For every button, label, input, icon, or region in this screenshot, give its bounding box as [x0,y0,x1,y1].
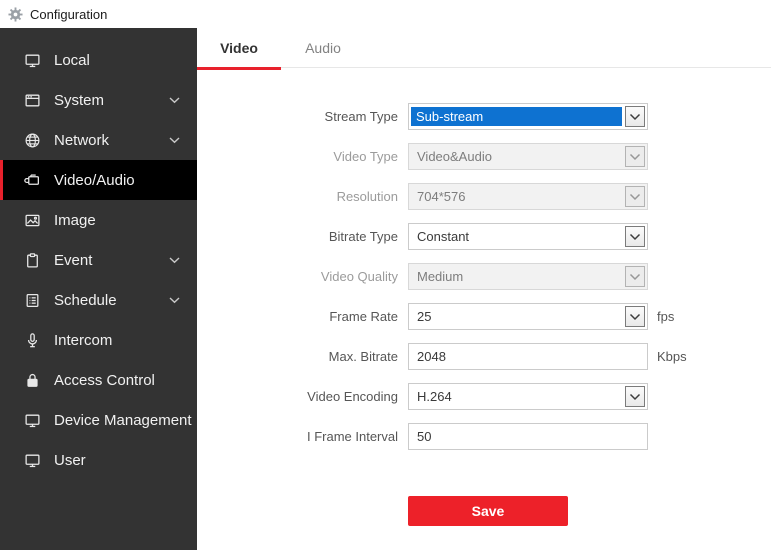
sidebar-item-event[interactable]: Event [0,240,197,280]
sidebar-item-label: Intercom [54,331,113,349]
microphone-icon [24,332,41,349]
sidebar-item-label: Network [54,131,110,149]
monitor-icon [24,412,41,429]
chevron-down-icon[interactable] [625,386,645,407]
chevron-down-icon [625,146,645,167]
chevron-down-icon[interactable] [625,226,645,247]
image-icon [24,212,41,229]
schedule-icon [24,292,41,309]
sidebar-item-device-management[interactable]: Device Management [0,400,197,440]
sidebar-item-label: Local [54,51,90,69]
field-label: Video Type [333,149,398,164]
save-button[interactable]: Save [408,496,568,526]
sidebar-item-label: Access Control [54,371,155,389]
sidebar-item-image[interactable]: Image [0,200,197,240]
form-row-resolution: Resolution 704*576 [197,183,771,210]
bitrate-type-select[interactable]: Constant [408,223,648,250]
chevron-down-icon [169,296,180,304]
lock-icon [24,372,41,389]
chevron-down-icon [169,136,180,144]
monitor-icon [24,452,41,469]
camera-icon [24,172,41,189]
tab-audio-label: Audio [305,40,341,56]
form-row-max-bitrate: Max. Bitrate Kbps [197,343,771,370]
form-row-video-quality: Video Quality Medium [197,263,771,290]
field-label: Stream Type [324,109,398,124]
sidebar-item-label: System [54,91,105,109]
form-row-i-frame-interval: I Frame Interval [197,423,771,450]
monitor-icon [24,52,41,69]
selected-value: 704*576 [417,189,466,204]
sidebar-item-label: Schedule [54,291,117,309]
clipboard-icon [24,252,41,269]
chevron-down-icon [625,266,645,287]
frame-rate-select[interactable]: 25 [408,303,648,330]
video-type-select: Video&Audio [408,143,648,170]
sidebar-item-local[interactable]: Local [0,40,197,80]
field-label: Bitrate Type [328,229,398,244]
selected-value: 25 [417,309,432,324]
sidebar-item-label: Event [54,251,93,269]
field-label: Frame Rate [329,309,398,324]
stream-type-select[interactable]: Sub-stream [408,103,648,130]
chevron-down-icon[interactable] [625,306,645,327]
tab-video[interactable]: Video [197,28,281,70]
selected-value: Video&Audio [417,149,492,164]
form-row-video-encoding: Video Encoding H.264 [197,383,771,410]
field-label: Video Encoding [307,389,398,404]
tab-bar: Video Audio [197,28,771,70]
field-label: Resolution [336,189,398,204]
sidebar-item-user[interactable]: User [0,440,197,480]
unit-label: fps [657,309,675,324]
gear-icon [8,6,23,22]
chevron-down-icon [169,256,180,264]
resolution-select: 704*576 [408,183,648,210]
sidebar-item-schedule[interactable]: Schedule [0,280,197,320]
page-title: Configuration [30,6,108,22]
main-content: Video Audio Stream Type Sub-stream Video T… [197,28,771,550]
window-icon [24,92,41,109]
sidebar-item-label: Video/Audio [54,171,135,189]
field-label: I Frame Interval [306,429,398,444]
sidebar-item-system[interactable]: System [0,80,197,120]
sidebar-item-label: Image [54,211,96,229]
chevron-down-icon [169,96,180,104]
field-label: Max. Bitrate [328,349,398,364]
selected-value: H.264 [417,389,452,404]
form-row-frame-rate: Frame Rate 25 fps [197,303,771,330]
sidebar-item-video-audio[interactable]: Video/Audio [0,160,197,200]
selected-value: Sub-stream [411,107,622,126]
unit-label: Kbps [657,349,687,364]
sidebar-item-intercom[interactable]: Intercom [0,320,197,360]
sidebar-item-label: User [54,451,86,469]
max-bitrate-input[interactable] [408,343,648,370]
sidebar-item-label: Device Management [54,411,192,429]
selected-value: Constant [417,229,470,244]
sidebar-item-network[interactable]: Network [0,120,197,160]
i-frame-interval-input[interactable] [408,423,648,450]
field-label: Video Quality [320,269,398,284]
tab-audio[interactable]: Audio [281,28,365,68]
sidebar: Local System Network Video/Audio Image Event S… [0,28,197,550]
save-row: Save [408,496,771,526]
window-header: Configuration [0,0,771,28]
video-settings-form: Stream Type Sub-stream Video Type Video&Aud… [197,68,771,526]
form-row-bitrate-type: Bitrate Type Constant [197,223,771,250]
video-encoding-select[interactable]: H.264 [408,383,648,410]
tab-video-label: Video [220,40,258,56]
globe-icon [24,132,41,149]
form-row-stream-type: Stream Type Sub-stream [197,103,771,130]
chevron-down-icon [625,186,645,207]
chevron-down-icon[interactable] [625,106,645,127]
form-row-video-type: Video Type Video&Audio [197,143,771,170]
selected-value: Medium [417,269,464,284]
sidebar-item-access-control[interactable]: Access Control [0,360,197,400]
video-quality-select: Medium [408,263,648,290]
